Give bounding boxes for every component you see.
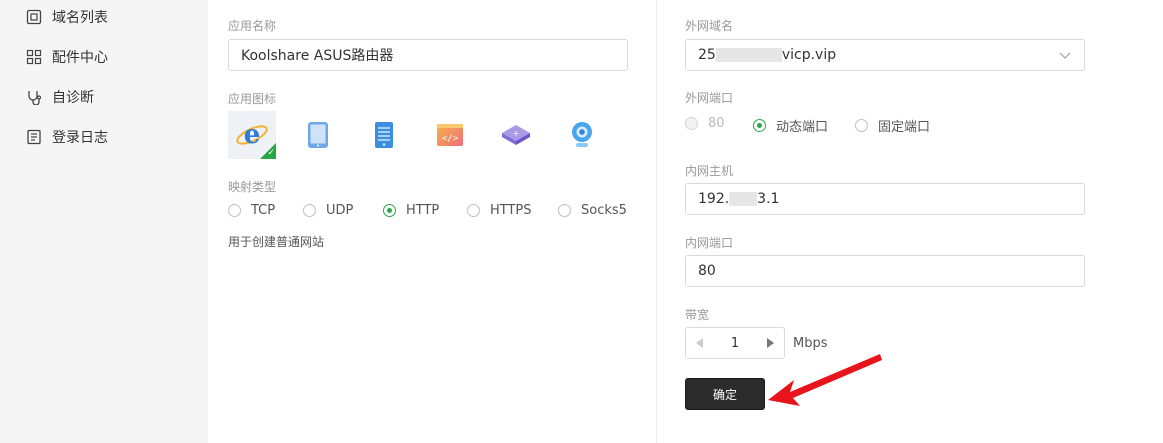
ext-port-label: 外网端口: [685, 91, 734, 105]
tablet-icon: [308, 122, 328, 148]
svg-text:</>: </>: [442, 134, 459, 144]
server-icon: [375, 122, 393, 148]
radio-dot: [855, 119, 868, 132]
sidebar-item-accessory-center[interactable]: 配件中心: [26, 45, 108, 69]
radio-label: HTTPS: [490, 203, 532, 218]
sidebar-item-label: 登录日志: [52, 130, 108, 146]
chevron-down-icon: [1059, 52, 1071, 59]
radio-label: 动态端口: [776, 120, 829, 135]
radio-dot: [753, 119, 766, 132]
network-settings-panel: 外网域名 25 vicp.vip 外网端口 80 动态端口 固定端口 内网主机 …: [657, 0, 1163, 443]
radio-label: 固定端口: [878, 120, 931, 135]
svg-text:e: e: [244, 120, 261, 150]
app-name-value: Koolshare ASUS路由器: [241, 48, 394, 64]
triangle-right-icon: [767, 338, 774, 348]
router-icon: +: [502, 125, 530, 145]
sidebar-item-domain-list[interactable]: 域名列表: [26, 5, 108, 29]
grid-icon: [26, 49, 42, 65]
radio-dot: [467, 204, 480, 217]
mapping-radio-https[interactable]: HTTPS: [467, 203, 532, 218]
code-icon: </>: [437, 124, 463, 146]
mapping-radio-tcp[interactable]: TCP: [228, 203, 275, 218]
app-settings-panel: 应用名称 Koolshare ASUS路由器 应用图标 e ✓ </> + 映射…: [208, 0, 656, 443]
bandwidth-value[interactable]: 1: [714, 336, 756, 351]
radio-label: 80: [708, 116, 725, 131]
sidebar: 域名列表 配件中心 自诊断 登录日志: [0, 0, 208, 443]
log-icon: [26, 129, 42, 145]
lan-port-input[interactable]: 80: [685, 255, 1085, 287]
redacted-text: [729, 192, 758, 206]
mapping-radio-udp[interactable]: UDP: [303, 203, 353, 218]
confirm-button[interactable]: 确定: [685, 378, 765, 410]
host-value-prefix: 192.: [698, 191, 730, 207]
domain-select[interactable]: 25 vicp.vip: [685, 39, 1085, 71]
domain-value-suffix: vicp.vip: [781, 47, 837, 63]
redacted-text: [715, 48, 782, 62]
radio-label: HTTP: [406, 203, 440, 218]
increment-button[interactable]: [756, 328, 784, 358]
app-icon-option-server[interactable]: [360, 111, 408, 159]
decrement-button[interactable]: [686, 328, 714, 358]
host-value-suffix: 3.1: [757, 191, 780, 207]
radio-dot: [383, 204, 396, 217]
app-icon-option-router[interactable]: +: [492, 111, 540, 159]
app-icon-option-code[interactable]: </>: [426, 111, 474, 159]
stethoscope-icon: [26, 89, 42, 105]
radio-dot: [685, 117, 698, 130]
ext-port-radio-fixed[interactable]: 固定端口: [855, 116, 930, 135]
domain-value-prefix: 25: [698, 47, 716, 63]
radio-label: Socks5: [581, 203, 627, 218]
bandwidth-label: 带宽: [685, 308, 710, 322]
lan-port-label: 内网端口: [685, 236, 734, 250]
lan-host-input[interactable]: 192. 3.1: [685, 183, 1085, 215]
radio-label: UDP: [326, 203, 354, 218]
check-icon: ✓: [267, 148, 275, 158]
ext-port-radio-80[interactable]: 80: [685, 116, 725, 131]
radio-dot: [558, 204, 571, 217]
sidebar-item-label: 自诊断: [52, 90, 94, 106]
mapping-hint: 用于创建普通网站: [228, 235, 325, 249]
radio-label: TCP: [251, 203, 276, 218]
sidebar-item-label: 域名列表: [52, 10, 108, 26]
sidebar-item-login-log[interactable]: 登录日志: [26, 125, 108, 149]
bandwidth-unit: Mbps: [793, 336, 828, 351]
app-icon-option-tablet[interactable]: [294, 111, 342, 159]
bandwidth-stepper[interactable]: 1: [685, 327, 785, 359]
radio-dot: [303, 204, 316, 217]
radio-dot: [228, 204, 241, 217]
sidebar-item-label: 配件中心: [52, 50, 108, 66]
domain-label: 外网域名: [685, 19, 734, 33]
triangle-left-icon: [696, 338, 703, 348]
lan-port-value: 80: [698, 263, 716, 279]
app-icon-option-camera[interactable]: [558, 111, 606, 159]
ext-port-radio-dynamic[interactable]: 动态端口: [753, 116, 828, 135]
sidebar-item-self-diagnosis[interactable]: 自诊断: [26, 85, 94, 109]
domain-list-icon: [26, 9, 42, 25]
lan-host-label: 内网主机: [685, 164, 734, 178]
mapping-type-label: 映射类型: [228, 180, 277, 194]
mapping-radio-http[interactable]: HTTP: [383, 203, 439, 218]
mapping-radio-socks5[interactable]: Socks5: [558, 203, 627, 218]
app-name-label: 应用名称: [228, 19, 277, 33]
app-icon-label: 应用图标: [228, 92, 277, 106]
app-name-input[interactable]: Koolshare ASUS路由器: [228, 39, 628, 71]
app-icon-option-ie[interactable]: e ✓: [228, 111, 276, 159]
svg-text:+: +: [513, 129, 520, 138]
camera-icon: [572, 122, 592, 147]
